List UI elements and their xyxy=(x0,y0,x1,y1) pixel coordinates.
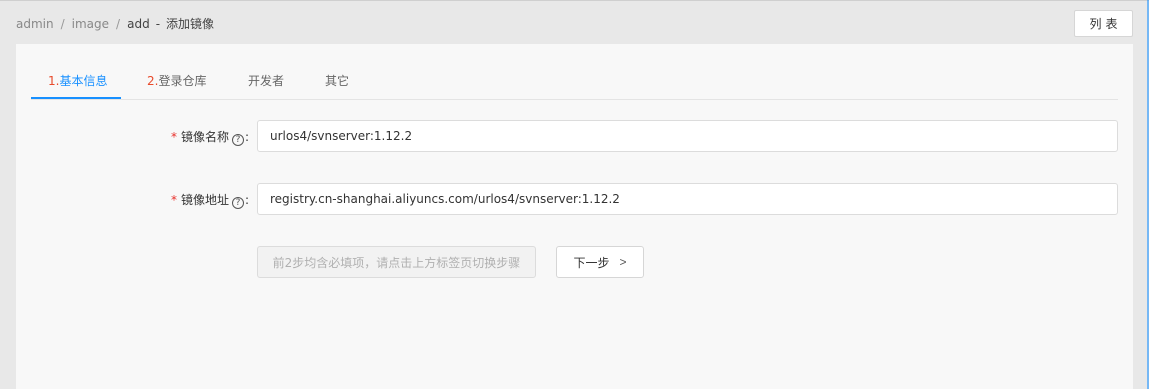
image-name-label: * 镜像名称?: xyxy=(171,128,249,146)
tab-label: 登录仓库 xyxy=(158,74,207,88)
required-mark: * xyxy=(171,130,177,144)
image-address-input[interactable] xyxy=(257,183,1118,215)
tab-step-number: 2. xyxy=(147,74,159,88)
tab-developer[interactable]: 开发者 xyxy=(248,72,284,89)
active-tab-indicator xyxy=(31,97,121,99)
step-tabs: 1.基本信息 2.登录仓库 开发者 其它 xyxy=(31,44,1118,100)
help-icon[interactable]: ? xyxy=(232,197,245,209)
page-title: 添加镜像 xyxy=(166,17,215,31)
tab-login-registry[interactable]: 2.登录仓库 xyxy=(147,72,206,89)
image-name-label-text: 镜像名称 xyxy=(181,130,230,144)
list-button[interactable]: 列表 xyxy=(1074,10,1133,37)
label-colon: : xyxy=(245,193,250,207)
next-step-label: 下一步 xyxy=(573,255,610,270)
tab-basic-info[interactable]: 1.基本信息 xyxy=(48,72,107,89)
next-step-button[interactable]: 下一步 > xyxy=(556,246,644,278)
page-header: admin / image / add - 添加镜像 列表 xyxy=(0,1,1147,44)
help-icon[interactable]: ? xyxy=(232,134,245,146)
tab-step-number: 1. xyxy=(48,74,60,88)
image-address-label: * 镜像地址?: xyxy=(171,191,249,209)
disabled-hint-button: 前2步均含必填项，请点击上方标签页切换步骤 xyxy=(257,246,536,278)
breadcrumb: admin / image / add - 添加镜像 xyxy=(16,15,214,32)
label-colon: : xyxy=(245,130,250,144)
chevron-right-icon: > xyxy=(619,255,627,269)
breadcrumb-item-add: add xyxy=(127,17,150,31)
breadcrumb-separator: / xyxy=(116,17,121,31)
image-address-label-text: 镜像地址 xyxy=(181,193,230,207)
tab-label: 其它 xyxy=(325,74,350,88)
tab-label: 开发者 xyxy=(248,74,285,88)
breadcrumb-item-admin[interactable]: admin xyxy=(16,17,54,31)
form-card: 1.基本信息 2.登录仓库 开发者 其它 * 镜像名称?: * 镜像地址?: 前2步… xyxy=(16,44,1133,389)
tab-label: 基本信息 xyxy=(59,74,108,88)
image-name-input[interactable] xyxy=(257,120,1118,152)
required-mark: * xyxy=(171,193,177,207)
breadcrumb-item-image[interactable]: image xyxy=(72,17,109,31)
breadcrumb-separator: / xyxy=(60,17,65,31)
tab-other[interactable]: 其它 xyxy=(325,72,349,89)
breadcrumb-dash: - xyxy=(155,17,161,31)
